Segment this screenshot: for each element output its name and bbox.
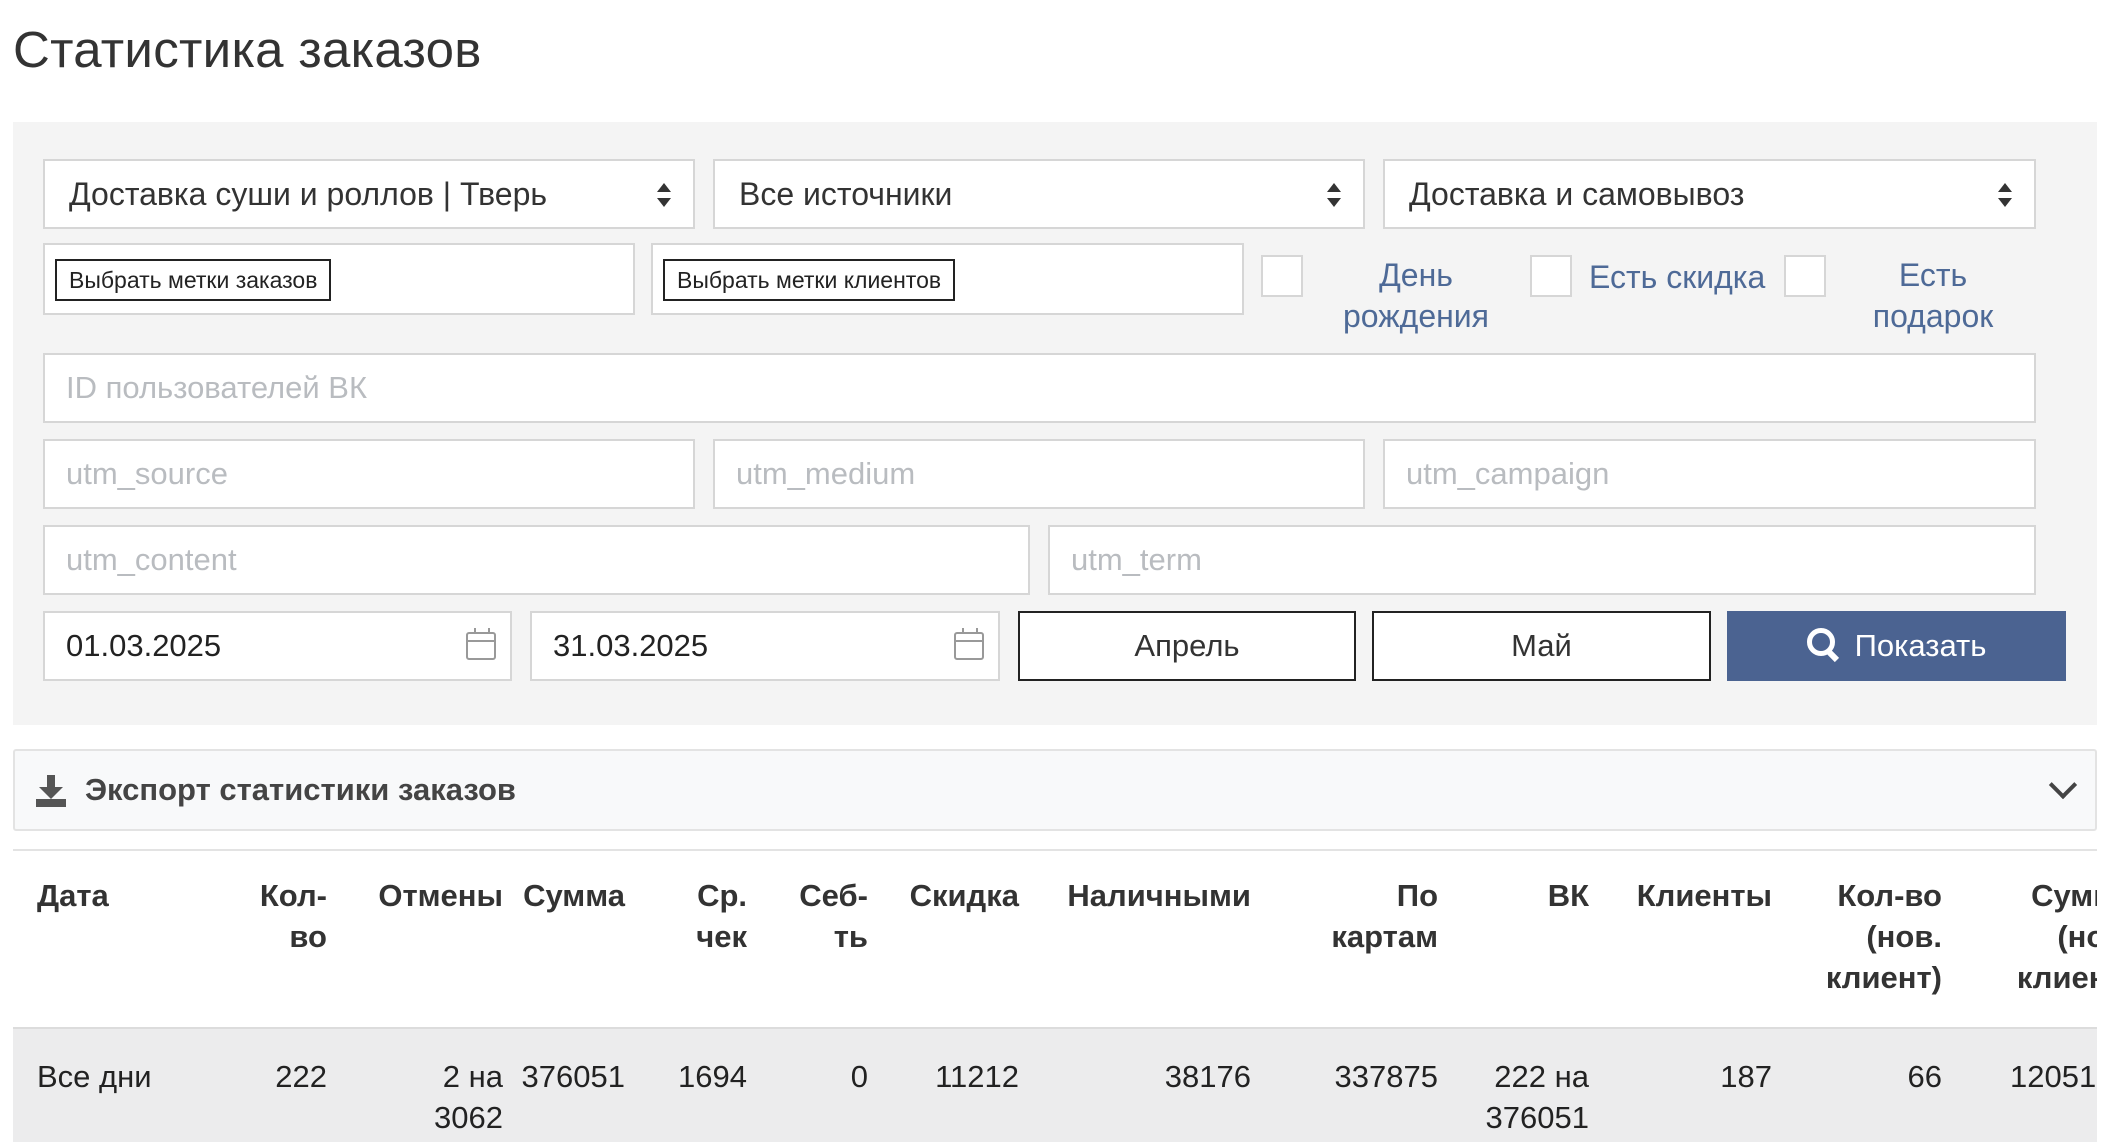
date-to-value: 31.03.2025 (553, 628, 709, 663)
order-tags-field: Выбрать метки заказов (43, 243, 635, 315)
birthday-checkbox-label[interactable]: День рождения (1331, 255, 1501, 337)
order-tags-button[interactable]: Выбрать метки заказов (55, 259, 332, 301)
utm-content-placeholder: utm_content (66, 542, 237, 577)
vk-ids-input[interactable]: ID пользователей ВК (43, 353, 2036, 423)
cell-avg-check: 1694 (678, 1059, 747, 1094)
cell-clients: 187 (1720, 1059, 1772, 1094)
column-header-cost[interactable]: Себ-ть (793, 875, 868, 957)
cell-sum: 376051 (521, 1059, 625, 1094)
birthday-checkbox[interactable] (1261, 255, 1303, 297)
column-header-avg-check[interactable]: Ср. чек (677, 875, 747, 957)
cell-vk: 222 на 376051 (1485, 1059, 1589, 1135)
date-from-value: 01.03.2025 (66, 628, 222, 663)
select-arrows-icon (1998, 183, 2012, 207)
page-title: Статистика заказов (13, 21, 482, 78)
column-header-vk[interactable]: ВК (1548, 875, 1589, 916)
utm-source-placeholder: utm_source (66, 456, 228, 491)
select-arrows-icon (1327, 183, 1341, 207)
show-button[interactable]: Показать (1727, 611, 2066, 681)
select-arrows-icon (657, 183, 671, 207)
column-header-count[interactable]: Кол-во (237, 875, 327, 957)
column-header-sum[interactable]: Сумма (523, 875, 625, 916)
date-from-input[interactable]: 01.03.2025 (43, 611, 512, 681)
utm-term-input[interactable]: utm_term (1048, 525, 2036, 595)
gift-checkbox[interactable] (1784, 255, 1826, 297)
cell-cancellations: 2 на 3062 (434, 1059, 503, 1135)
restaurant-select[interactable]: Доставка суши и роллов | Тверь (43, 159, 695, 229)
column-header-new-client-count[interactable]: Кол-во (нов. клиент) (1802, 875, 1942, 998)
month-april-button[interactable]: Апрель (1018, 611, 1356, 681)
utm-source-input[interactable]: utm_source (43, 439, 695, 509)
filter-panel: Доставка суши и роллов | Тверь Все источ… (13, 122, 2097, 725)
utm-medium-placeholder: utm_medium (736, 456, 916, 491)
utm-term-placeholder: utm_term (1071, 542, 1202, 577)
cell-date: Все дни (37, 1059, 152, 1094)
discount-checkbox[interactable] (1530, 255, 1572, 297)
cell-new-client-sum: 120517 (2010, 1059, 2097, 1094)
cell-discount: 11212 (935, 1059, 1019, 1094)
column-header-date[interactable]: Дата (37, 875, 109, 916)
utm-campaign-placeholder: utm_campaign (1406, 456, 1610, 491)
cell-count: 222 (275, 1059, 327, 1094)
cell-by-card: 337875 (1334, 1059, 1438, 1094)
delivery-type-select[interactable]: Доставка и самовывоз (1383, 159, 2036, 229)
show-button-label: Показать (1854, 628, 1987, 663)
search-icon (1806, 627, 1841, 662)
download-icon (36, 775, 66, 807)
calendar-icon[interactable] (466, 628, 496, 660)
source-select-value: Все источники (739, 176, 953, 212)
client-tags-field: Выбрать метки клиентов (651, 243, 1244, 315)
column-header-clients[interactable]: Клиенты (1637, 875, 1772, 916)
delivery-type-select-value: Доставка и самовывоз (1409, 176, 1745, 212)
date-to-input[interactable]: 31.03.2025 (530, 611, 1000, 681)
export-label: Экспорт статистики заказов (85, 772, 516, 807)
cell-cost: 0 (850, 1059, 868, 1094)
vk-ids-placeholder: ID пользователей ВК (66, 370, 368, 405)
client-tags-button[interactable]: Выбрать метки клиентов (663, 259, 956, 301)
page: Статистика заказов Доставка суши и ролло… (0, 0, 2120, 1142)
utm-content-input[interactable]: utm_content (43, 525, 1030, 595)
export-accordion[interactable]: Экспорт статистики заказов (13, 749, 2097, 831)
gift-checkbox-label[interactable]: Есть подарок (1858, 255, 2008, 337)
cell-new-client-count: 66 (1907, 1059, 1942, 1094)
month-may-button[interactable]: Май (1372, 611, 1711, 681)
restaurant-select-value: Доставка суши и роллов | Тверь (69, 176, 548, 212)
column-header-discount[interactable]: Скидка (910, 875, 1019, 916)
utm-campaign-input[interactable]: utm_campaign (1383, 439, 2036, 509)
stats-table: Дата Кол-во Отмены Сумма Ср. чек Себ-ть … (13, 849, 2097, 1142)
table-row: Все дни 222 2 на 3062 376051 1694 0 1121… (13, 1027, 2097, 1142)
utm-medium-input[interactable]: utm_medium (713, 439, 1365, 509)
source-select[interactable]: Все источники (713, 159, 1365, 229)
cell-cash: 38176 (1164, 1059, 1251, 1094)
column-header-cash[interactable]: Наличными (1067, 875, 1251, 916)
column-header-by-card[interactable]: По картам (1318, 875, 1438, 957)
column-header-new-client-sum[interactable]: Сумма (нов. клиент) (1993, 875, 2097, 998)
calendar-icon[interactable] (954, 628, 984, 660)
discount-checkbox-label[interactable]: Есть скидка (1589, 257, 1765, 298)
column-header-cancellations[interactable]: Отмены (378, 875, 503, 916)
chevron-down-icon (2048, 770, 2078, 800)
